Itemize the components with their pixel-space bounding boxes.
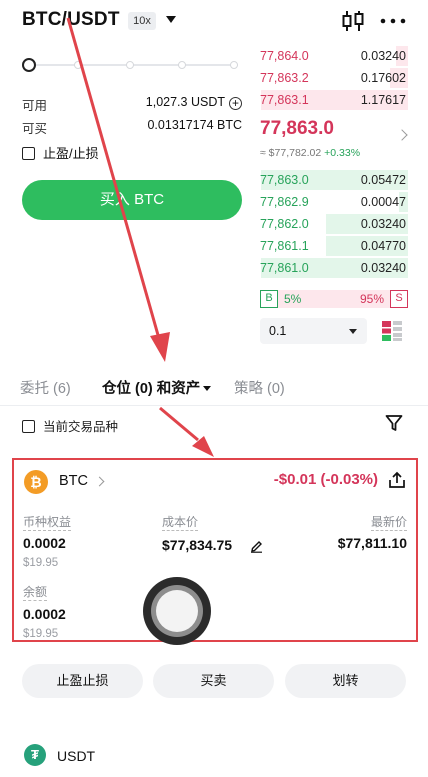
available-row: 可用 1,027.3 USDT + (22, 95, 242, 114)
ask-qty: 0.17602 (360, 71, 406, 85)
bid-qty: 0.05472 (360, 173, 406, 187)
amount-slider[interactable] (22, 58, 242, 72)
usdt-coin-icon: ₮ (24, 744, 46, 766)
orderbook-layout-icon[interactable] (381, 320, 403, 342)
last-price[interactable]: 77,863.0 (260, 118, 334, 140)
equity-label: 币种权益 (23, 515, 72, 531)
equity-value: 0.0002 (23, 535, 66, 551)
chevron-right-icon[interactable] (94, 476, 105, 487)
chevron-down-icon (349, 329, 357, 334)
tab-positions[interactable]: 仓位 (0) 和资产 (102, 377, 212, 398)
bid-price: 77,861.1 (260, 239, 309, 253)
bid-price: 77,862.0 (260, 217, 309, 231)
edit-icon[interactable] (250, 540, 263, 553)
ask-qty: 1.17617 (360, 93, 406, 107)
unrealized-pnl: -$0.01 (-0.03%) (273, 471, 378, 488)
bid-qty: 0.04770 (360, 239, 406, 253)
ask-qty: 0.03240 (360, 49, 406, 63)
last-price-label: 最新价 (370, 515, 407, 531)
position-card[interactable]: ₿ BTC -$0.01 (-0.03%) 币种权益 0.0002 $19.95… (12, 458, 418, 642)
asset-usdt[interactable]: USDT (57, 748, 95, 764)
bid-price: 77,863.0 (260, 173, 309, 187)
buy-badge: B (260, 290, 278, 308)
slider-tick[interactable] (74, 61, 82, 69)
bottom-tabs: 委托 (6) 仓位 (0) 和资产 策略 (0) (0, 366, 428, 406)
transfer-button[interactable]: 划转 (285, 664, 406, 698)
slider-knob[interactable] (22, 58, 36, 72)
bid-qty: 0.03240 (360, 217, 406, 231)
buyable-row: 可买 0.01317174 BTC (22, 118, 242, 137)
chevron-down-icon (203, 386, 212, 391)
last-price-sub: ≈ $77,782.02 +0.33% (260, 147, 360, 159)
bid-qty: 0.03240 (360, 261, 406, 275)
slider-tick[interactable] (126, 61, 134, 69)
bid-price: 77,862.9 (260, 195, 309, 209)
tab-strategy[interactable]: 策略 (0) (234, 377, 285, 398)
coin-name[interactable]: BTC (59, 473, 88, 489)
ask-row[interactable]: 77,864.0 0.03240 (258, 45, 408, 67)
last-price-ref: ≈ $77,782.02 (260, 147, 322, 159)
ask-price: 77,863.2 (260, 71, 309, 85)
bid-row[interactable]: 77,861.0 0.03240 (258, 257, 408, 279)
tab-orders[interactable]: 委托 (6) (20, 377, 71, 398)
top-bar: BTC/USDT 10x (0, 0, 428, 44)
depth-step-select[interactable]: 0.1 (260, 318, 367, 344)
chevron-right-icon[interactable] (396, 129, 408, 141)
tpsl-button[interactable]: 止盈止损 (22, 664, 143, 698)
balance-label: 余额 (23, 585, 48, 601)
ask-row[interactable]: 77,863.2 0.17602 (258, 67, 408, 89)
touch-indicator-icon (143, 577, 211, 645)
ask-row[interactable]: 77,863.1 1.17617 (258, 89, 408, 111)
tab-positions-label: 仓位 (0) 和资产 (102, 381, 201, 397)
available-label: 可用 (22, 99, 48, 113)
sell-ratio: 95% (359, 292, 384, 306)
buy-button[interactable]: 买入 BTC (22, 180, 242, 220)
bid-qty: 0.00047 (360, 195, 406, 209)
buyable-label: 可买 (22, 122, 48, 136)
candlestick-chart-icon[interactable] (341, 10, 365, 32)
bid-price: 77,861.0 (260, 261, 309, 275)
share-icon[interactable] (388, 471, 406, 489)
buyable-value: 0.01317174 BTC (147, 118, 242, 132)
bid-row[interactable]: 77,862.0 0.03240 (258, 213, 408, 235)
btc-coin-icon: ₿ (24, 470, 48, 494)
tpsl-checkbox-row[interactable]: 止盈/止损 (22, 143, 99, 162)
tpsl-label: 止盈/止损 (43, 146, 99, 161)
equity-usd: $19.95 (23, 557, 59, 569)
bid-row[interactable]: 77,861.1 0.04770 (258, 235, 408, 257)
tpsl-checkbox[interactable] (22, 147, 35, 160)
cost-price-label: 成本价 (162, 515, 199, 531)
balance-value: 0.0002 (23, 606, 66, 622)
buy-ratio: 5% (284, 292, 302, 306)
touch-indicator-center (156, 590, 198, 632)
filter-icon[interactable] (385, 414, 403, 432)
depth-step-value: 0.1 (269, 324, 287, 338)
cost-price-value: $77,834.75 (162, 537, 233, 553)
slider-tick[interactable] (230, 61, 238, 69)
bid-row[interactable]: 77,863.0 0.05472 (258, 169, 408, 191)
ask-price: 77,863.1 (260, 93, 309, 107)
current-pair-filter[interactable]: 当前交易品种 (22, 416, 118, 435)
leverage-badge[interactable]: 10x (128, 12, 156, 30)
trade-button[interactable]: 买卖 (153, 664, 274, 698)
available-value-wrap: 1,027.3 USDT + (146, 95, 242, 110)
pair-selector[interactable]: BTC/USDT (22, 9, 120, 31)
buy-sell-ratio: B 5% 95% S (260, 290, 408, 308)
bid-row[interactable]: 77,862.9 0.00047 (258, 191, 408, 213)
balance-usd: $19.95 (23, 628, 59, 640)
chevron-down-icon[interactable] (166, 16, 176, 23)
last-price-value: $77,811.10 (337, 535, 407, 551)
current-pair-label: 当前交易品种 (43, 420, 119, 434)
available-value: 1,027.3 USDT (145, 95, 225, 109)
more-icon[interactable] (378, 12, 408, 30)
sell-badge: S (390, 290, 408, 308)
ask-price: 77,864.0 (260, 49, 309, 63)
add-funds-icon[interactable]: + (229, 97, 242, 110)
slider-tick[interactable] (178, 61, 186, 69)
current-pair-checkbox[interactable] (22, 420, 35, 433)
price-change: +0.33% (324, 147, 361, 159)
